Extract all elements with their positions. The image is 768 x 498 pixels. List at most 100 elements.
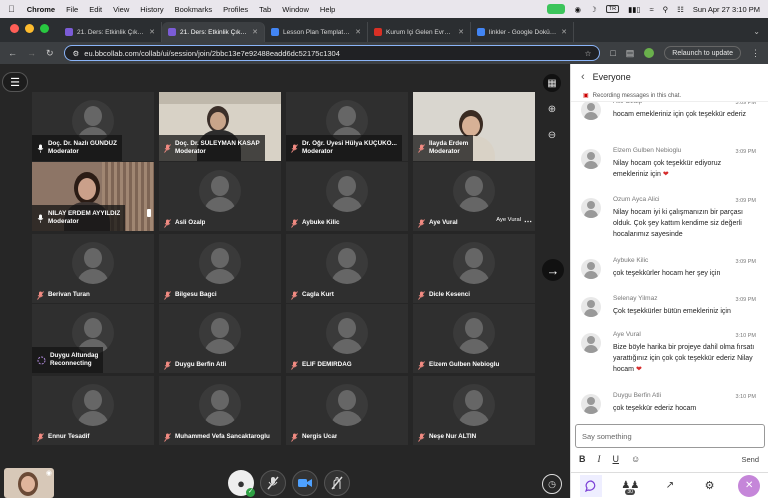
more-options-icon[interactable]: ⋯ [524, 217, 532, 226]
bold-icon[interactable]: B [579, 454, 586, 464]
sidepanel-icon[interactable]: ▤ [626, 48, 635, 59]
menu-profiles[interactable]: Profiles [223, 5, 248, 14]
tab-close-icon[interactable]: ✕ [355, 28, 361, 36]
forward-icon[interactable]: → [27, 48, 36, 58]
tab-close-icon[interactable]: ✕ [561, 28, 567, 36]
menubar-datetime[interactable]: Sun Apr 27 3:10 PM [693, 5, 760, 14]
zoom-in-icon[interactable]: ⊕ [543, 100, 561, 118]
menu-history[interactable]: History [140, 5, 163, 14]
tab-close-icon[interactable]: ✕ [149, 28, 155, 36]
chat-tab-button[interactable] [579, 474, 602, 497]
camera-button[interactable] [292, 470, 318, 496]
tab-close-icon[interactable]: ✕ [252, 28, 258, 36]
session-status-button[interactable]: ◷ [542, 474, 562, 494]
menu-view[interactable]: View [113, 5, 129, 14]
message-text: Bize böyle harika bir projeye dahil olma… [613, 344, 755, 373]
participant-tile[interactable]: ELIF DEMIRDAG [286, 304, 408, 373]
participant-tile[interactable]: Doç. Dr. Nazlı GÜNDÜZ Moderator [32, 92, 154, 161]
settings-tab-button[interactable]: ⚙ [699, 475, 721, 497]
chat-messages[interactable]: Asli Ozalp 3:09 PM hocam emekleriniz için … [571, 102, 768, 420]
participant-tile[interactable]: Dr. Öğr. Üyesi Hülya KÜÇÜKO... Moderator [286, 92, 408, 161]
menu-app[interactable]: Chrome [27, 5, 55, 14]
italic-icon[interactable]: I [598, 454, 601, 464]
participant-label: Elzem Gulben Nebioglu [413, 357, 504, 373]
menu-file[interactable]: File [66, 5, 78, 14]
chat-input[interactable]: Say something [575, 424, 765, 448]
browser-tab[interactable]: linkler - Google Dokümanlar ✕ [471, 22, 574, 42]
mic-icon [37, 214, 44, 223]
send-button[interactable]: Send [741, 455, 759, 464]
chat-panel: ‹ Everyone ▣ Recording messages in this … [570, 64, 768, 498]
menu-help[interactable]: Help [320, 5, 335, 14]
participant-tile[interactable]: Bilgesu Bagci [159, 234, 281, 303]
browser-tab[interactable]: 21. Ders: Etkinlik Çıktılarının S ✕ [59, 22, 162, 42]
participant-tile[interactable]: Elzem Gulben Nebioglu [413, 304, 535, 373]
browser-tab[interactable]: Lesson Plan Templates for Gr ✕ [265, 22, 368, 42]
participant-tile[interactable]: Doç. Dr. SÜLEYMAN KASAP Moderator [159, 92, 281, 161]
url-bar[interactable]: ⚙ eu.bbcollab.com/collab/ui/session/join… [63, 45, 601, 61]
share-content-button[interactable]: ↗ [659, 475, 681, 497]
bookmark-star-icon[interactable]: ☆ [585, 49, 592, 58]
wifi-icon[interactable]: ≈ [650, 5, 654, 14]
zoom-window-icon[interactable] [40, 24, 49, 33]
next-page-icon[interactable]: → [542, 259, 564, 281]
tile-options-icon[interactable] [147, 209, 151, 217]
extensions-icon[interactable]: □ [610, 48, 615, 58]
browser-tab[interactable]: 21. Ders: Etkinlik Çıktılarını ✕ [162, 22, 265, 42]
more-icon[interactable]: ⋮ [751, 48, 760, 59]
participant-tile[interactable]: Berivan Turan [32, 234, 154, 303]
mic-muted-icon [418, 290, 425, 300]
stage-side-tools: ▦ ⊕ ⊖ [543, 74, 561, 144]
session-menu-button[interactable]: ☰ [2, 72, 28, 92]
input-source-badge[interactable]: TR [605, 5, 620, 13]
participants-tab-button[interactable]: ♟♟ 30 [619, 475, 641, 497]
status-avatar-button[interactable]: ● ✓ [228, 470, 255, 497]
close-window-icon[interactable] [10, 24, 19, 33]
tab-close-icon[interactable]: ✕ [458, 28, 464, 36]
browser-tab[interactable]: Kurum İçi Gelen Evrak Görün ✕ [368, 22, 471, 42]
battery-icon[interactable]: ▮▮▯ [628, 5, 640, 14]
menu-edit[interactable]: Edit [89, 5, 102, 14]
eye-icon[interactable]: ◉ [46, 469, 52, 477]
self-view-video[interactable]: ◉ [4, 468, 54, 498]
participant-tile[interactable]: Duygu Altundag Reconnecting [32, 304, 154, 373]
back-icon[interactable]: ← [8, 48, 17, 58]
participant-tile[interactable]: Asli Ozalp [159, 162, 281, 231]
participant-tile[interactable]: Aye Vural Aye Vural ⋯ [413, 162, 535, 231]
tab-search-chevron-icon[interactable]: ⌄ [745, 27, 768, 42]
profile-avatar[interactable] [644, 48, 655, 58]
participant-tile[interactable]: Dicle Kesenci [413, 234, 535, 303]
participant-tile[interactable]: Duygu Berfin Atli [159, 304, 281, 373]
menu-tab[interactable]: Tab [259, 5, 271, 14]
chevron-left-icon[interactable]: ‹ [581, 71, 585, 83]
apple-icon[interactable]:  [8, 4, 15, 14]
menu-window[interactable]: Window [282, 5, 309, 14]
underline-icon[interactable]: U [613, 454, 620, 464]
camera-in-use-icon[interactable] [547, 4, 566, 14]
raise-hand-button[interactable] [324, 470, 350, 496]
zoom-out-icon[interactable]: ⊖ [543, 126, 561, 144]
menu-bookmarks[interactable]: Bookmarks [175, 5, 213, 14]
participant-tile[interactable]: Neşe Nur ALTIN [413, 376, 535, 445]
participant-tile[interactable]: NİLAY ERDEM AYYILDIZ Moderator [32, 162, 154, 231]
mic-muted-icon [37, 290, 44, 300]
moon-icon[interactable]: ☽ [590, 5, 597, 14]
relaunch-button[interactable]: Relaunch to update [664, 46, 741, 60]
mute-mic-button[interactable] [260, 470, 286, 496]
participant-tile[interactable]: Nergis Ucar [286, 376, 408, 445]
site-info-icon[interactable]: ⚙ [73, 49, 80, 58]
participant-tile[interactable]: Aybuke Kilic [286, 162, 408, 231]
control-center-icon[interactable]: ☷ [677, 5, 684, 14]
participant-tile[interactable]: Cagla Kurt [286, 234, 408, 303]
close-panel-button[interactable]: ✕ [738, 474, 761, 497]
emoji-icon[interactable]: ☺ [631, 454, 640, 464]
reload-icon[interactable]: ↻ [46, 48, 54, 59]
participant-tile[interactable]: Muhammed Vefa Sancaktaroglu [159, 376, 281, 445]
message-time: 3:09 PM [735, 102, 756, 106]
search-icon[interactable]: ⚲ [663, 5, 669, 14]
grid-view-icon[interactable]: ▦ [543, 74, 561, 92]
minimize-window-icon[interactable] [25, 24, 34, 33]
participant-tile[interactable]: İlayda Erdem Moderator [413, 92, 535, 161]
record-icon[interactable]: ◉ [574, 5, 581, 14]
participant-tile[interactable]: Ennur Tesadif [32, 376, 154, 445]
